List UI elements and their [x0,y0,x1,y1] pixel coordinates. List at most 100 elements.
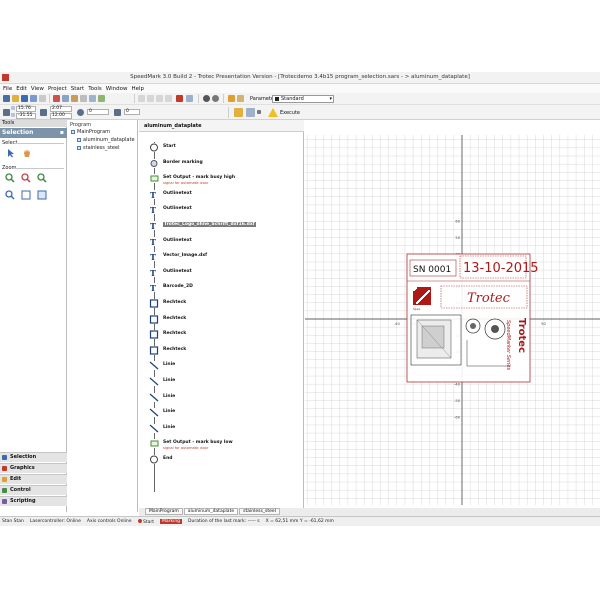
stop-icon[interactable] [176,95,183,102]
flow-item[interactable]: Rechteck [149,345,299,357]
flow-item-label: Set Output - mark busy low [163,440,233,446]
flow-item[interactable]: Linie [149,392,299,404]
canvas-panel[interactable]: -40-30-20-101020304050605040302010-10-20… [305,120,600,512]
rect-icon [149,345,160,355]
flow-item[interactable]: T Trotec_Logo_ohne_Schrift_dxf16.dxf [149,220,299,232]
menu-edit[interactable]: Edit [16,86,27,92]
group-icon[interactable] [98,95,105,102]
flow-item[interactable]: Linie [149,423,299,435]
coord-x-field[interactable]: 15.76 [16,106,36,112]
save-icon[interactable] [21,95,28,102]
duplicate-icon[interactable] [89,95,96,102]
menu-window[interactable]: Window [106,86,128,92]
flow-item[interactable]: Border marking [149,158,299,170]
flow-item[interactable]: Set Output - mark busy low signal for aut… [149,438,299,450]
open-icon[interactable] [12,95,19,102]
nav-selection[interactable]: Selection [0,452,67,462]
pin-icon[interactable]: ▪ [60,128,64,138]
preview-icon[interactable] [203,95,210,102]
hand-tool-icon[interactable] [22,148,32,158]
copy-icon[interactable] [62,95,69,102]
count-field[interactable]: 0 [124,109,140,115]
nav-control[interactable]: Control [0,485,67,495]
tab-stainless-steel[interactable]: stainless_steel [239,508,280,515]
execute-button[interactable]: Execute [280,110,300,116]
flow-item[interactable]: Linie [149,376,299,388]
nav-graphics[interactable]: Graphics [0,463,67,473]
tab-aluminum-dataplate[interactable]: aluminum_dataplate [183,508,239,515]
coord-y-field[interactable]: -31.55 [16,113,36,119]
undo-icon[interactable] [138,95,145,102]
height-field[interactable]: 12.00 [50,113,72,119]
flow-item[interactable]: T Outlinetext [149,267,299,279]
tab-mainprogram[interactable]: MainProgram [145,508,183,515]
parameter-icon[interactable] [237,95,244,102]
pencil-icon[interactable] [234,108,243,117]
settings-icon[interactable] [186,95,193,102]
separator [228,107,229,118]
canvas-grid[interactable]: -40-30-20-101020304050605040302010-10-20… [305,135,600,505]
paste-icon[interactable] [71,95,78,102]
menu-project[interactable]: Project [48,86,67,92]
flow-item[interactable]: Linie [149,360,299,372]
nav-scripting[interactable]: Scripting [0,496,67,506]
flow-item-label: Outlinetext [163,268,192,274]
menu-help[interactable]: Help [131,86,144,92]
flow-item[interactable]: End [149,454,299,466]
redo-icon[interactable] [147,95,154,102]
flow-item[interactable]: T Vector_Image.dxf [149,251,299,263]
new-icon[interactable] [3,95,10,102]
move-down-icon[interactable] [165,95,172,102]
tree-item-mainprogram[interactable]: MainProgram [71,129,110,135]
menu-start[interactable]: Start [71,86,84,92]
flow-item[interactable]: T Outlinetext [149,236,299,248]
zoom-in-icon[interactable] [5,173,15,183]
tree-item-stainless[interactable]: stainless_steel [77,145,119,151]
flow-item[interactable]: Rechteck [149,298,299,310]
menu-view[interactable]: View [31,86,44,92]
flow-item[interactable]: T Outlinetext [149,204,299,216]
zoom-fit-icon[interactable] [5,190,15,200]
zoom-window-icon[interactable] [37,173,47,183]
zoom-out-icon[interactable] [21,173,31,183]
width-field[interactable]: 2.07 [50,106,72,112]
flow-item[interactable]: Linie [149,407,299,419]
flow-item[interactable]: Start [149,142,299,154]
laser-icon[interactable] [246,108,255,117]
flow-item[interactable]: Rechteck [149,314,299,326]
text-icon: T [149,189,160,200]
parameters-select[interactable]: Standard ▾ [272,95,334,103]
y-tick-label: -60 [454,415,461,419]
delete-icon[interactable] [80,95,87,102]
pointer-tool-icon[interactable] [6,148,16,158]
flow-item[interactable]: Rechteck [149,329,299,341]
flow-item[interactable]: T Outlinetext [149,189,299,201]
zoom-selection-icon[interactable] [37,190,47,200]
separator [134,94,135,103]
print-icon[interactable] [39,95,46,102]
flow-item-label: Outlinetext [163,206,192,212]
warning-icon[interactable] [268,108,278,117]
nav-edit[interactable]: Edit [0,474,67,484]
start-label: Start [142,519,154,525]
tree-label: aluminum_dataplate [83,137,135,143]
cut-icon[interactable] [53,95,60,102]
save-all-icon[interactable] [30,95,37,102]
menu-tools[interactable]: Tools [88,86,102,92]
pen-icon[interactable] [228,95,235,102]
chevron-down-icon[interactable] [257,110,261,114]
camera-icon[interactable] [212,95,219,102]
tree-label: stainless_steel [83,145,120,151]
rotation-field[interactable]: 0 [87,109,109,115]
menu-file[interactable]: File [3,86,12,92]
svg-text:T: T [150,252,156,261]
move-up-icon[interactable] [156,95,163,102]
flow-item[interactable]: Set Output - mark busy high signal for au… [149,173,299,185]
flow-item-label: Start [163,144,176,149]
zoom-all-icon[interactable] [21,190,31,200]
tree-item-aluminum[interactable]: aluminum_dataplate [77,137,135,143]
status-state: Stan Stan [2,519,24,524]
flow-item[interactable]: T Barcode_2D [149,282,299,294]
flow-item-label: End [163,456,173,461]
flow-item-label: Set Output - mark busy high [163,175,236,181]
